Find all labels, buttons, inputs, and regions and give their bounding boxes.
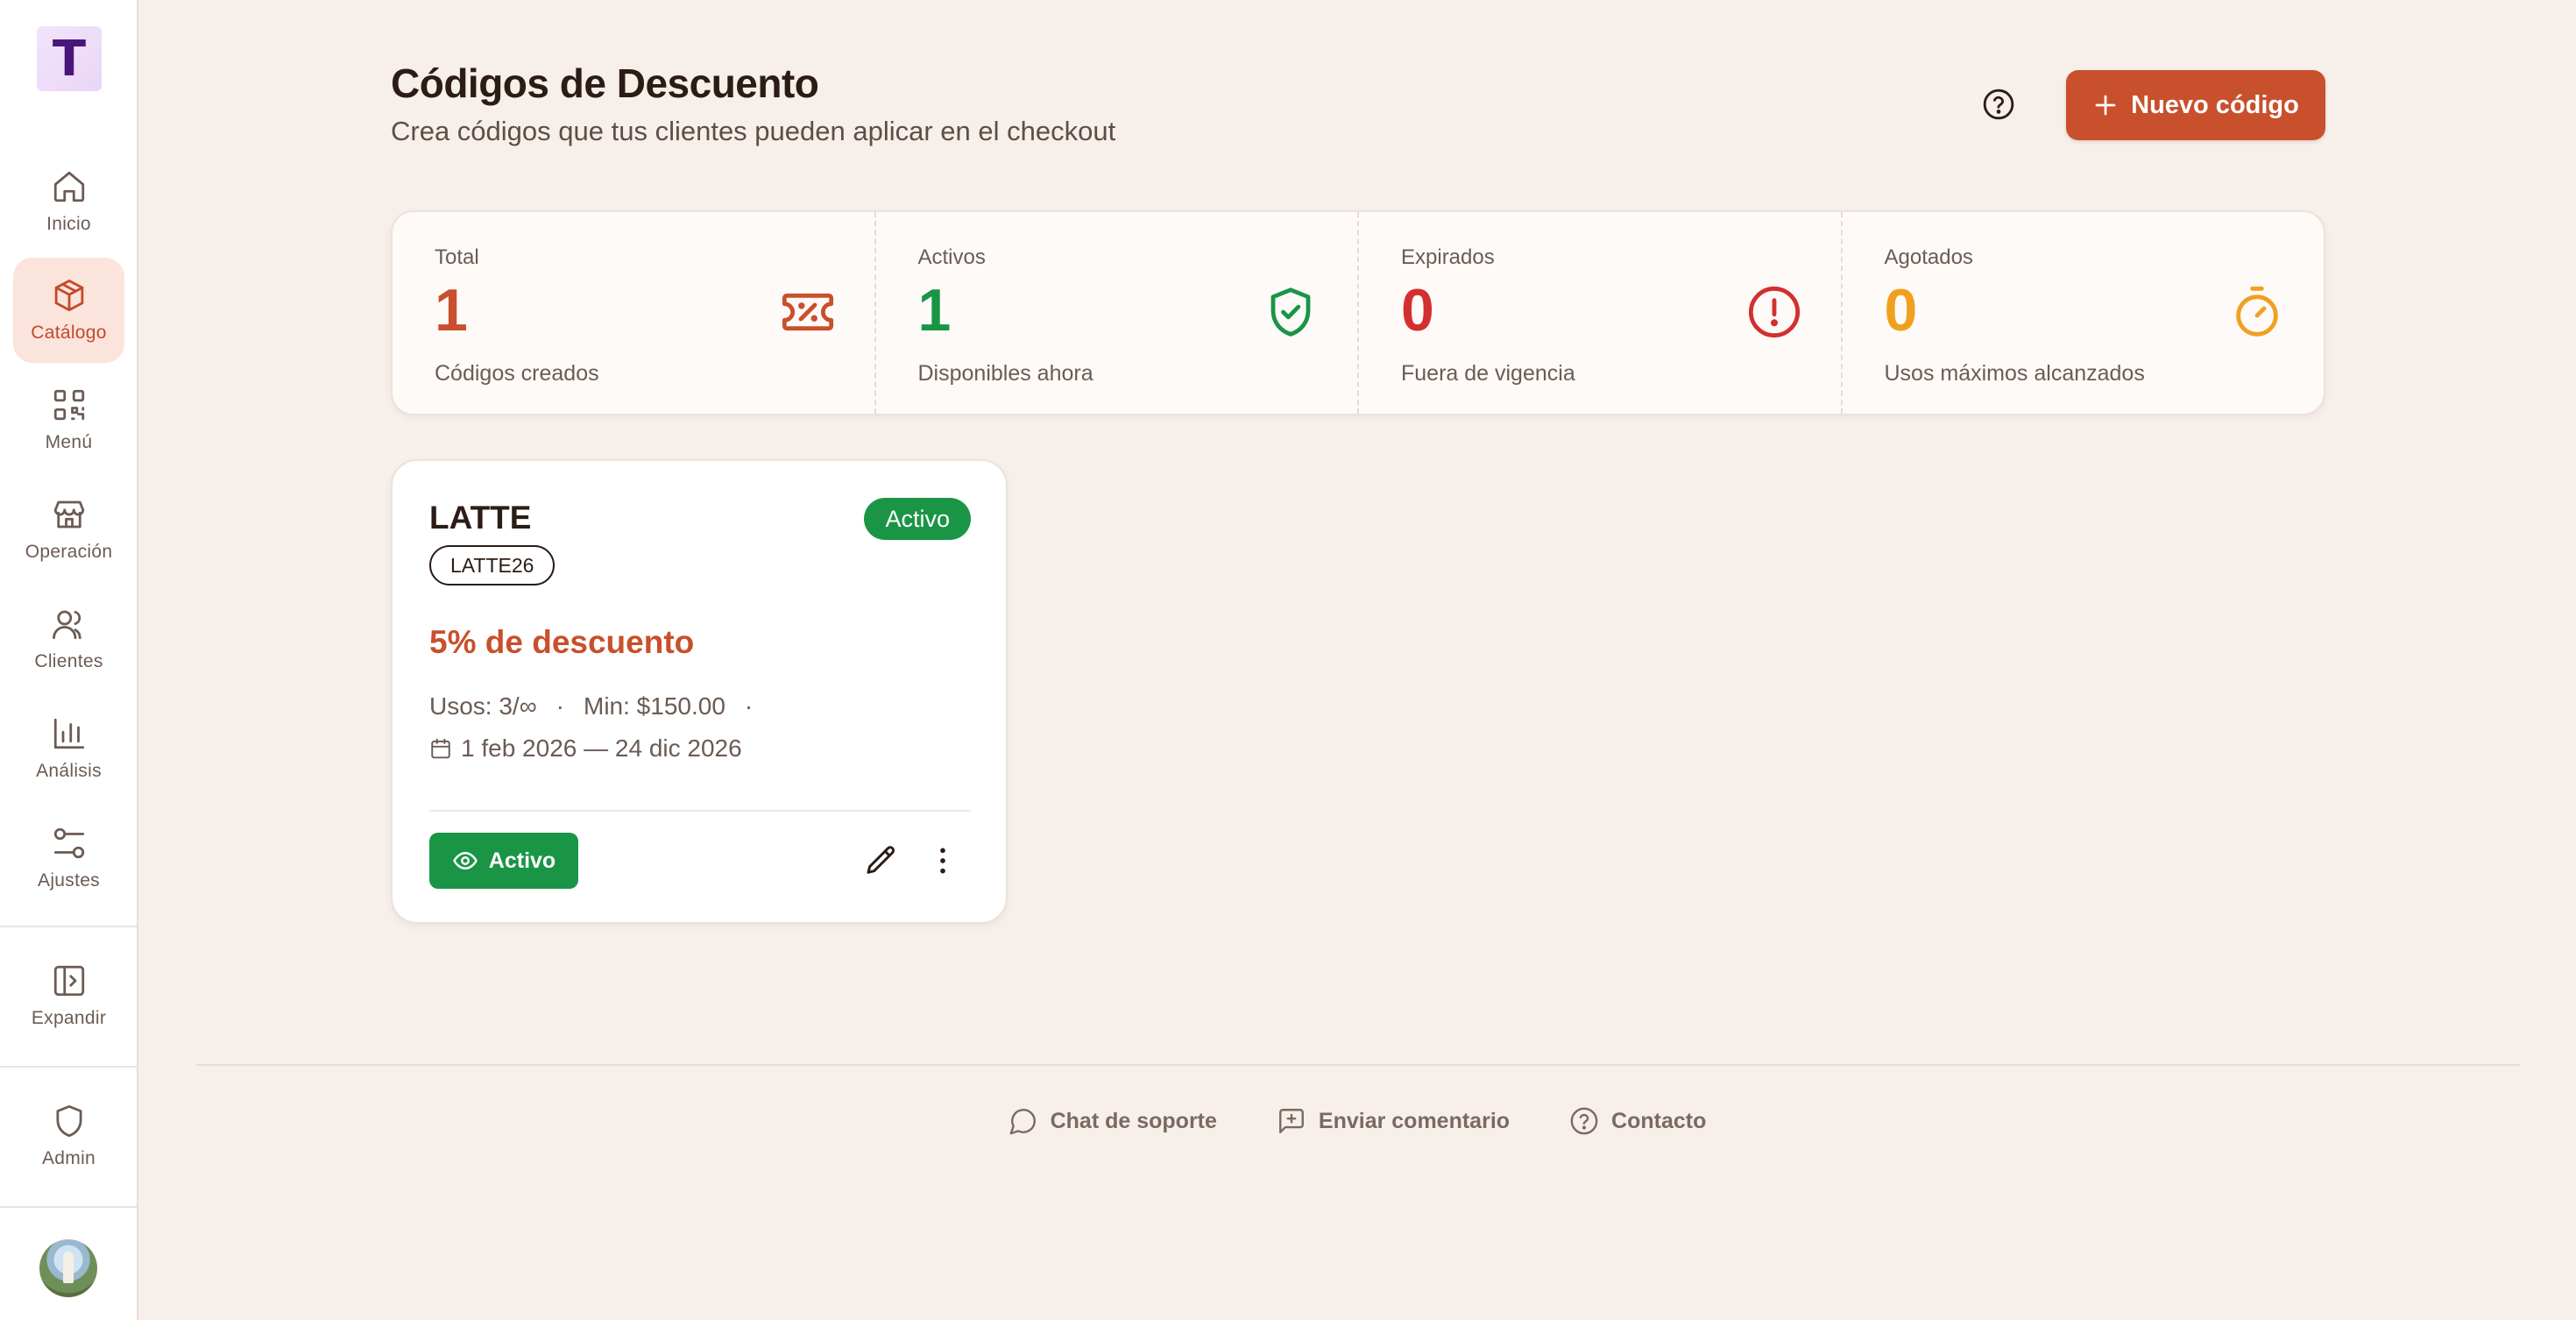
qr-code-icon	[53, 389, 84, 421]
home-icon	[53, 171, 84, 202]
sidebar-divider	[0, 1206, 137, 1208]
plus-icon	[2095, 95, 2116, 116]
stat-label: Activos	[917, 245, 986, 269]
page-title: Códigos de Descuento	[391, 60, 819, 106]
calendar-icon	[431, 738, 450, 759]
panel-expand-icon	[53, 965, 84, 997]
stat-value: 1	[917, 277, 952, 344]
stat-total: Total 1 Códigos creados	[393, 212, 874, 414]
timer-icon	[2236, 286, 2278, 337]
stat-value: 0	[1401, 277, 1434, 344]
stat-subtitle: Usos máximos alcanzados	[1884, 361, 2145, 386]
user-avatar[interactable]	[39, 1239, 97, 1297]
separator-dot: ·	[556, 692, 564, 720]
stats-panel: Total 1 Códigos creados Activos 1 Dispon…	[391, 210, 2325, 415]
pencil-icon	[867, 846, 895, 874]
ticket-percent-icon	[782, 293, 833, 331]
nav-label: Clientes	[34, 651, 103, 671]
nav-label: Operación	[25, 542, 113, 562]
more-vertical-icon	[940, 848, 945, 874]
send-feedback-link[interactable]: Enviar comentario	[1277, 1106, 1510, 1136]
support-chat-link[interactable]: Chat de soporte	[1008, 1106, 1217, 1136]
help-circle-icon	[1983, 89, 2014, 120]
nav-label: Análisis	[36, 761, 102, 781]
minimum-amount: Min: $150.00	[584, 692, 725, 720]
separator-dot: ·	[744, 692, 754, 720]
alert-circle-icon	[1748, 286, 1800, 338]
stat-activos: Activos 1 Disponibles ahora	[874, 212, 1358, 414]
page-subtitle: Crea códigos que tus clientes pueden apl…	[391, 116, 1116, 146]
nav-label: Ajustes	[38, 870, 100, 891]
send-feedback-label: Enviar comentario	[1318, 1108, 1511, 1133]
status-badge: Activo	[864, 498, 971, 540]
support-chat-label: Chat de soporte	[1050, 1108, 1217, 1133]
nav-item-catalogo[interactable]: Catálogo	[13, 258, 124, 363]
stat-subtitle: Códigos creados	[435, 361, 599, 386]
box-icon	[54, 279, 83, 312]
date-range: 1 feb 2026 — 24 dic 2026	[461, 735, 742, 762]
nav-item-analisis[interactable]: Análisis	[13, 696, 124, 801]
toggle-active-button[interactable]: Activo	[429, 833, 578, 889]
card-divider	[429, 810, 971, 812]
code-chip: LATTE26	[429, 545, 556, 585]
stat-subtitle: Fuera de vigencia	[1401, 361, 1575, 386]
stat-value: 1	[435, 277, 468, 344]
nav-item-clientes[interactable]: Clientes	[13, 586, 124, 692]
eye-icon	[453, 852, 478, 869]
discount-amount: 5% de descuento	[429, 624, 695, 660]
sidebar-divider	[0, 1066, 137, 1068]
footer-divider	[196, 1064, 2520, 1066]
stat-subtitle: Disponibles ahora	[917, 361, 1093, 386]
bar-chart-icon	[53, 718, 84, 749]
validity-dates: 1 feb 2026 — 24 dic 2026	[429, 735, 742, 763]
nav-label: Catálogo	[31, 323, 107, 343]
expand-sidebar-button[interactable]: Expandir	[13, 943, 124, 1048]
nav-label: Admin	[41, 1148, 96, 1168]
sliders-icon	[53, 827, 84, 859]
store-icon	[53, 500, 84, 529]
stat-label: Agotados	[1884, 245, 1973, 269]
app-logo[interactable]: T	[37, 26, 102, 91]
uses-count: Usos: 3/∞	[429, 692, 537, 720]
nav-item-inicio[interactable]: Inicio	[13, 149, 124, 254]
nav-item-menu[interactable]: Menú	[13, 367, 124, 472]
edit-button[interactable]	[864, 843, 899, 878]
message-plus-icon	[1278, 1109, 1304, 1133]
shield-check-icon	[1270, 287, 1311, 337]
new-code-label: Nuevo código	[2131, 90, 2299, 119]
nav-item-operacion[interactable]: Operación	[13, 477, 124, 582]
stat-agotados: Agotados 0 Usos máximos alcanzados	[1840, 212, 2325, 414]
contact-link[interactable]: Contacto	[1569, 1106, 1706, 1136]
code-name: LATTE	[429, 500, 532, 536]
help-circle-icon	[1570, 1107, 1598, 1135]
nav-item-ajustes[interactable]: Ajustes	[13, 805, 124, 911]
more-options-button[interactable]	[925, 843, 960, 878]
stat-expirados: Expirados 0 Fuera de vigencia	[1357, 212, 1841, 414]
users-icon	[52, 610, 81, 640]
usage-meta: Usos: 3/∞ · Min: $150.00 ·	[429, 692, 772, 720]
nav-label: Inicio	[46, 214, 91, 234]
stat-label: Expirados	[1401, 245, 1495, 269]
toggle-active-label: Activo	[488, 848, 556, 873]
nav-label: Expandir	[31, 1008, 107, 1028]
chat-bubble-icon	[1009, 1109, 1036, 1135]
footer: Chat de soporte Enviar comentario Contac…	[0, 1106, 2576, 1136]
nav-item-admin[interactable]: Admin	[13, 1083, 124, 1189]
new-code-button[interactable]: Nuevo código	[2066, 70, 2325, 140]
sidebar-divider	[0, 926, 137, 927]
nav-label: Menú	[45, 432, 93, 452]
stat-label: Total	[435, 245, 479, 269]
help-button[interactable]	[1982, 88, 2015, 121]
contact-label: Contacto	[1611, 1108, 1707, 1133]
discount-code-card: LATTE LATTE26 Activo 5% de descuento Uso…	[391, 459, 1008, 924]
stat-value: 0	[1884, 277, 1918, 344]
